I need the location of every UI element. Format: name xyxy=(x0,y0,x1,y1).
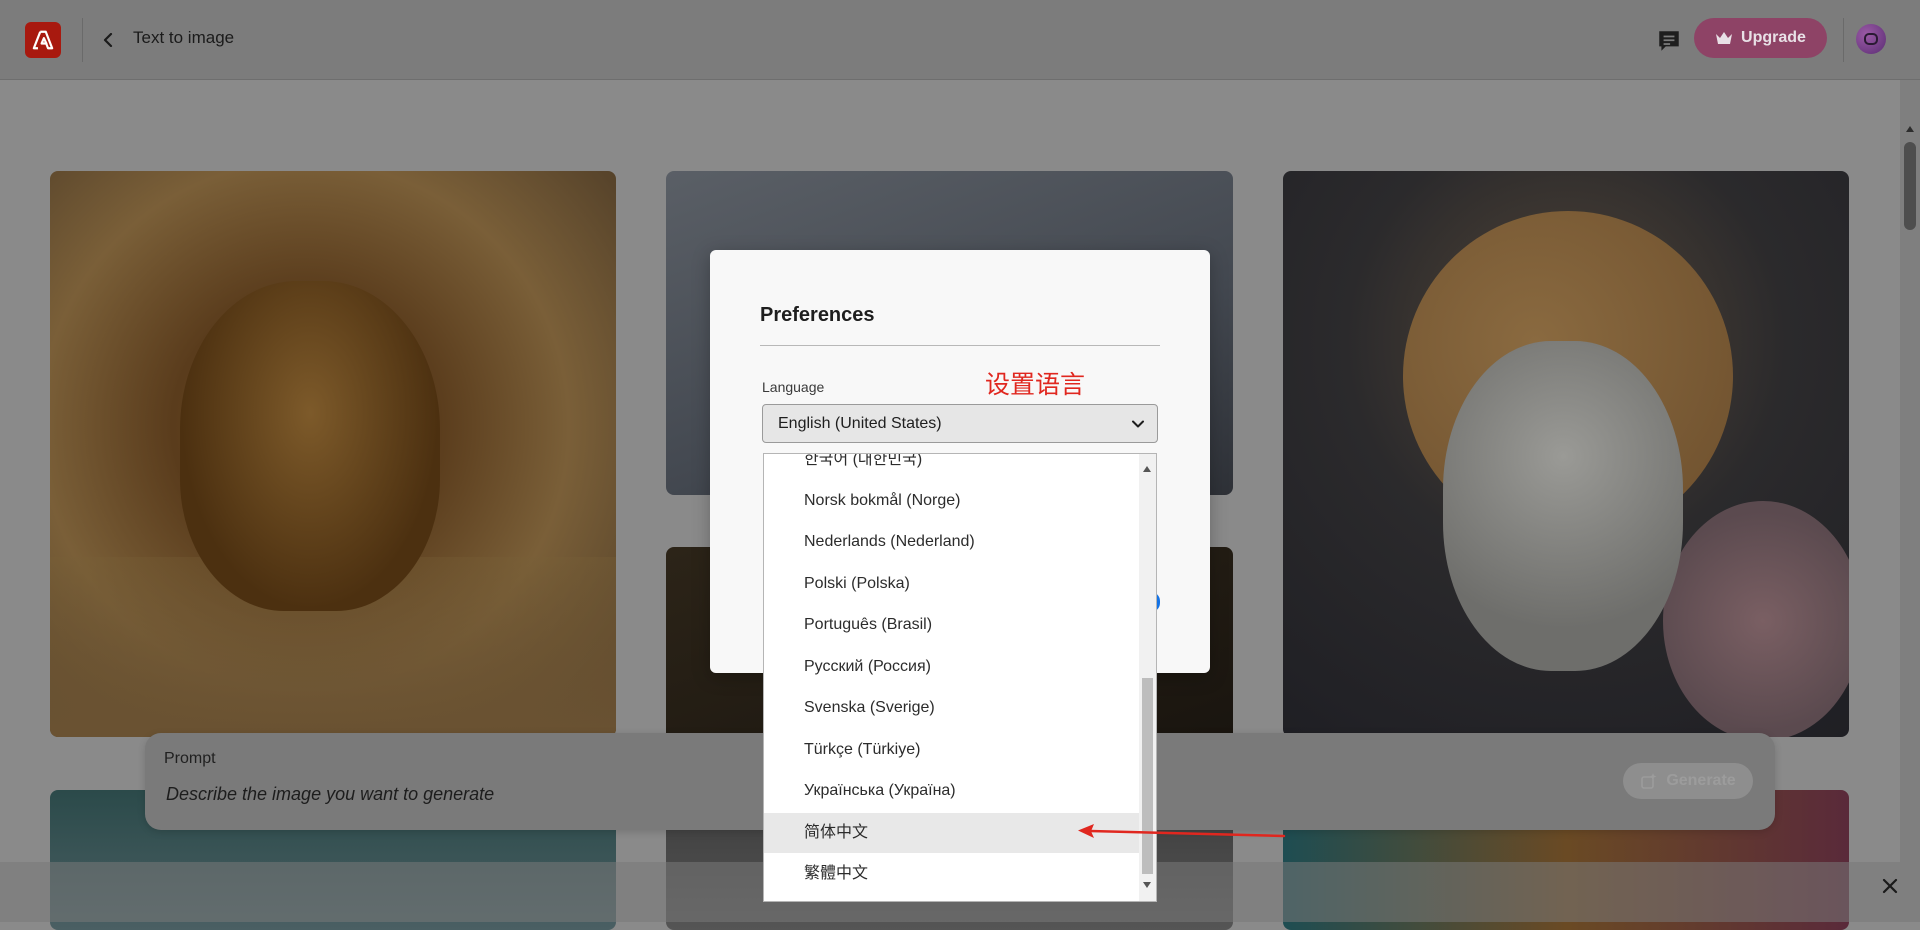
language-option[interactable]: Nederlands (Nederland) xyxy=(764,522,1139,562)
generate-icon xyxy=(1641,773,1657,789)
language-option[interactable]: Русский (Россия) xyxy=(764,647,1139,687)
page-scrollbar-thumb[interactable] xyxy=(1904,142,1916,230)
page-title: Text to image xyxy=(133,28,235,47)
comment-icon[interactable] xyxy=(1656,28,1682,54)
app-header: Text to image Upgrade xyxy=(0,0,1920,80)
upgrade-button[interactable]: Upgrade xyxy=(1694,18,1827,58)
back-button[interactable] xyxy=(98,26,118,54)
language-option[interactable]: Українська (Україна) xyxy=(764,771,1139,811)
header-divider-right xyxy=(1843,18,1844,62)
language-option[interactable]: 繁體中文 xyxy=(764,854,1139,894)
language-option[interactable]: Português (Brasil) xyxy=(764,605,1139,645)
crown-icon xyxy=(1716,32,1733,44)
user-avatar[interactable] xyxy=(1856,24,1886,54)
dropdown-scroll-down-icon[interactable] xyxy=(1143,882,1151,888)
scroll-up-arrow-icon[interactable] xyxy=(1906,126,1914,132)
gallery-image-lion[interactable] xyxy=(50,171,616,737)
gallery-image-bunny-astronaut[interactable] xyxy=(1283,171,1849,737)
page-scrollbar[interactable] xyxy=(1900,80,1920,922)
language-select[interactable]: English (United States) xyxy=(762,404,1158,443)
language-option[interactable]: Türkçe (Türkiye) xyxy=(764,730,1139,770)
generate-button[interactable]: Generate xyxy=(1623,763,1753,799)
header-divider xyxy=(82,18,83,62)
red-arrow-annotation-icon xyxy=(1078,824,1286,838)
chevron-down-icon xyxy=(1132,420,1144,428)
language-select-value: English (United States) xyxy=(778,415,942,432)
generate-label: Generate xyxy=(1666,772,1736,789)
dropdown-scroll-up-icon[interactable] xyxy=(1143,466,1151,472)
adobe-logo-glyph xyxy=(32,30,54,50)
annotation-set-language: 设置语言 xyxy=(985,371,1086,399)
language-option[interactable]: 한국어 (대한민국) xyxy=(764,454,1139,480)
bunny-body xyxy=(1443,341,1683,671)
language-option[interactable]: Svenska (Sverige) xyxy=(764,688,1139,728)
upgrade-label: Upgrade xyxy=(1741,29,1806,46)
lion-mane xyxy=(180,281,440,611)
close-icon[interactable] xyxy=(1880,876,1900,896)
dialog-divider xyxy=(760,345,1160,346)
bunny-cloud xyxy=(1663,501,1849,737)
dropdown-scrollbar-thumb[interactable] xyxy=(1142,678,1153,874)
language-option[interactable]: Polski (Polska) xyxy=(764,564,1139,604)
language-option[interactable]: Norsk bokmål (Norge) xyxy=(764,481,1139,521)
prompt-label: Prompt xyxy=(164,750,216,767)
chevron-left-icon xyxy=(103,33,113,47)
dialog-title: Preferences xyxy=(760,304,875,326)
adobe-logo-icon[interactable] xyxy=(25,22,61,58)
language-label: Language xyxy=(762,379,825,395)
